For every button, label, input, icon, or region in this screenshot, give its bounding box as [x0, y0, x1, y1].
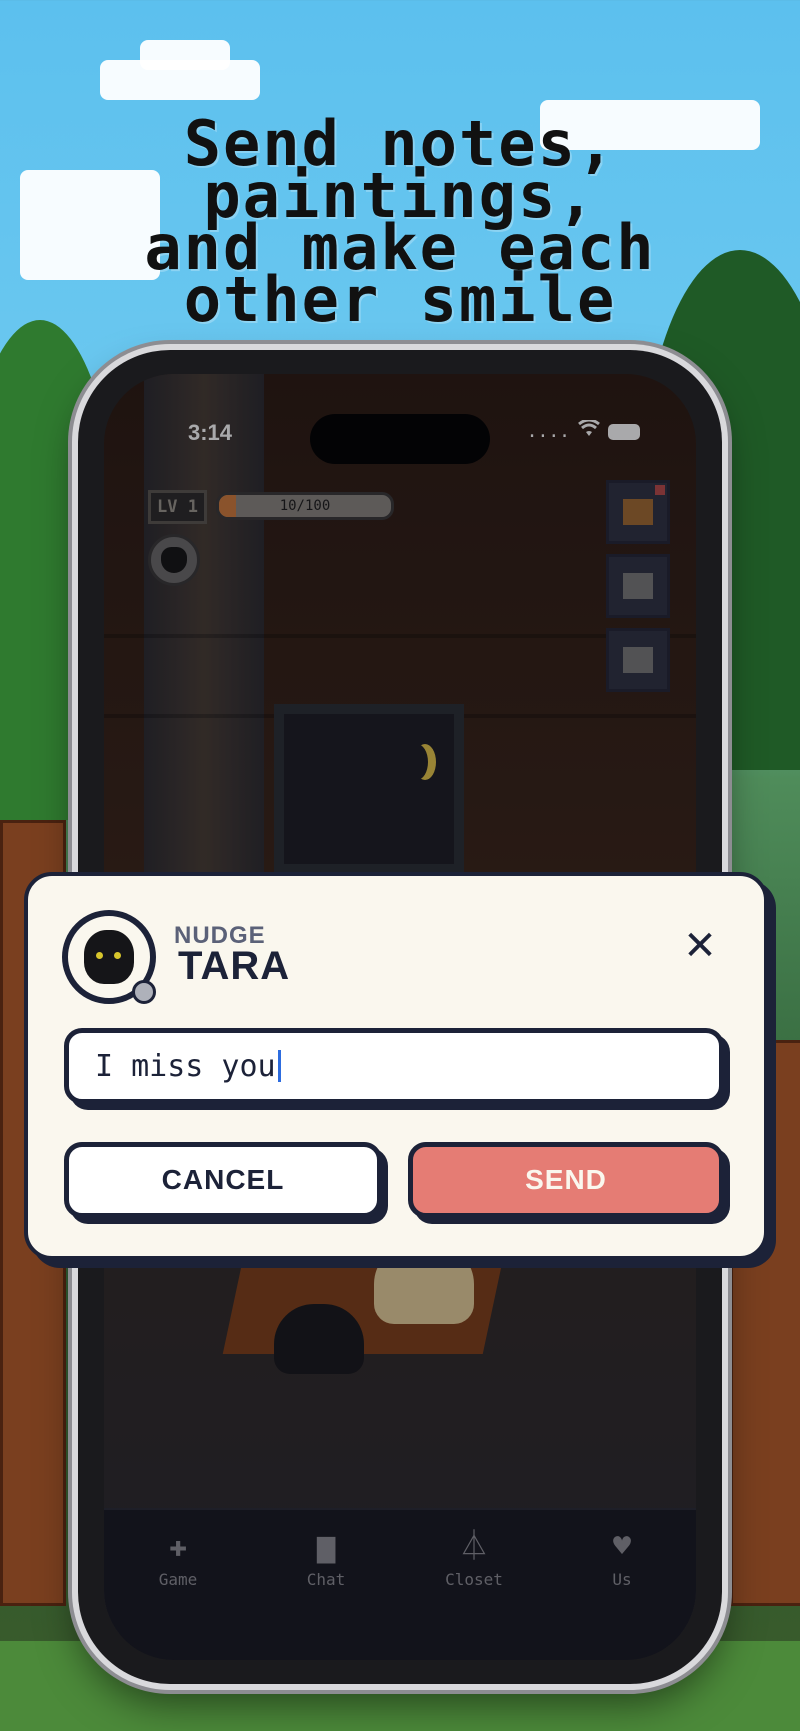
- cat-eye: [96, 952, 103, 959]
- close-icon[interactable]: ✕: [680, 926, 720, 966]
- cloud: [140, 40, 230, 70]
- nudge-dialog: NUDGE TARA ✕ I miss you CANCEL SEND: [24, 872, 768, 1260]
- cat-eye: [114, 952, 121, 959]
- phone-side-button: [70, 700, 78, 780]
- text-caret: [277, 1050, 281, 1082]
- message-text: I miss you: [95, 1048, 276, 1084]
- cat-avatar-icon: [84, 930, 134, 984]
- cancel-button[interactable]: CANCEL: [64, 1142, 382, 1218]
- recipient-name: TARA: [178, 944, 291, 988]
- send-button[interactable]: SEND: [408, 1142, 724, 1218]
- phone-side-button: [70, 600, 78, 650]
- promo-headline: Send notes, paintings, and make each oth…: [144, 107, 656, 336]
- message-input[interactable]: I miss you: [64, 1028, 724, 1104]
- presence-dot: [132, 980, 156, 1004]
